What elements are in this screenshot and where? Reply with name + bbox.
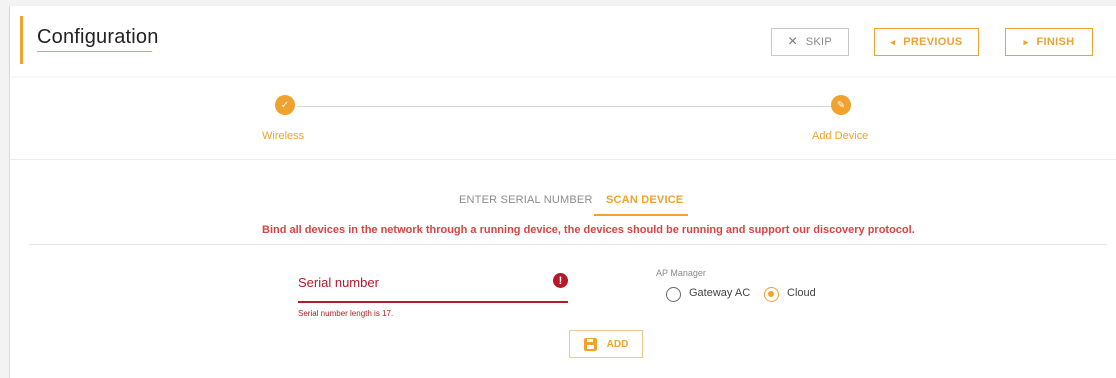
skip-button[interactable]: × SKIP — [771, 28, 849, 56]
caret-left-icon: ◂ — [890, 36, 896, 47]
previous-button[interactable]: ◂ PREVIOUS — [874, 28, 979, 56]
finish-button[interactable]: ▸ FINISH — [1005, 28, 1093, 56]
close-icon: × — [788, 33, 798, 50]
save-icon — [583, 337, 597, 351]
serial-number-error: Serial number length is 17. — [298, 309, 394, 318]
page-title: Configuration — [37, 26, 159, 48]
caret-right-icon: ▸ — [1023, 36, 1029, 47]
radio-cloud[interactable] — [764, 287, 779, 302]
pencil-icon[interactable]: ✎ — [831, 95, 851, 115]
skip-label: SKIP — [805, 36, 832, 48]
header: Configuration × SKIP ◂ PREVIOUS ▸ FINISH — [10, 6, 1116, 76]
serial-number-underline — [298, 301, 568, 303]
ap-manager-label: AP Manager — [656, 268, 706, 278]
check-icon[interactable]: ✓ — [275, 95, 295, 115]
serial-number-field[interactable]: Serial number — [298, 275, 379, 290]
radio-cloud-label[interactable]: Cloud — [787, 287, 816, 299]
tab-enter-serial-number[interactable]: ENTER SERIAL NUMBER — [459, 194, 593, 206]
radio-selected-dot — [768, 291, 774, 297]
add-button[interactable]: ADD — [569, 330, 643, 358]
title-underline — [37, 51, 152, 52]
radio-gateway-ac[interactable] — [666, 287, 681, 302]
step-label-wireless[interactable]: Wireless — [262, 130, 304, 142]
configuration-panel: Configuration × SKIP ◂ PREVIOUS ▸ FINISH… — [9, 6, 1116, 378]
finish-label: FINISH — [1036, 36, 1075, 48]
previous-label: PREVIOUS — [903, 36, 963, 48]
divider — [29, 244, 1107, 245]
stepper: ✓ ✎ Wireless Add Device — [10, 84, 1116, 160]
active-tab-indicator — [594, 214, 688, 216]
step-label-add-device[interactable]: Add Device — [812, 130, 868, 142]
stepper-connector — [297, 106, 841, 107]
add-label: ADD — [606, 338, 629, 350]
scan-notice: Bind all devices in the network through … — [262, 224, 915, 236]
error-icon: ! — [553, 273, 568, 288]
title-accent-bar — [20, 16, 23, 64]
radio-gateway-ac-label[interactable]: Gateway AC — [689, 287, 750, 299]
tab-scan-device[interactable]: SCAN DEVICE — [606, 194, 683, 206]
